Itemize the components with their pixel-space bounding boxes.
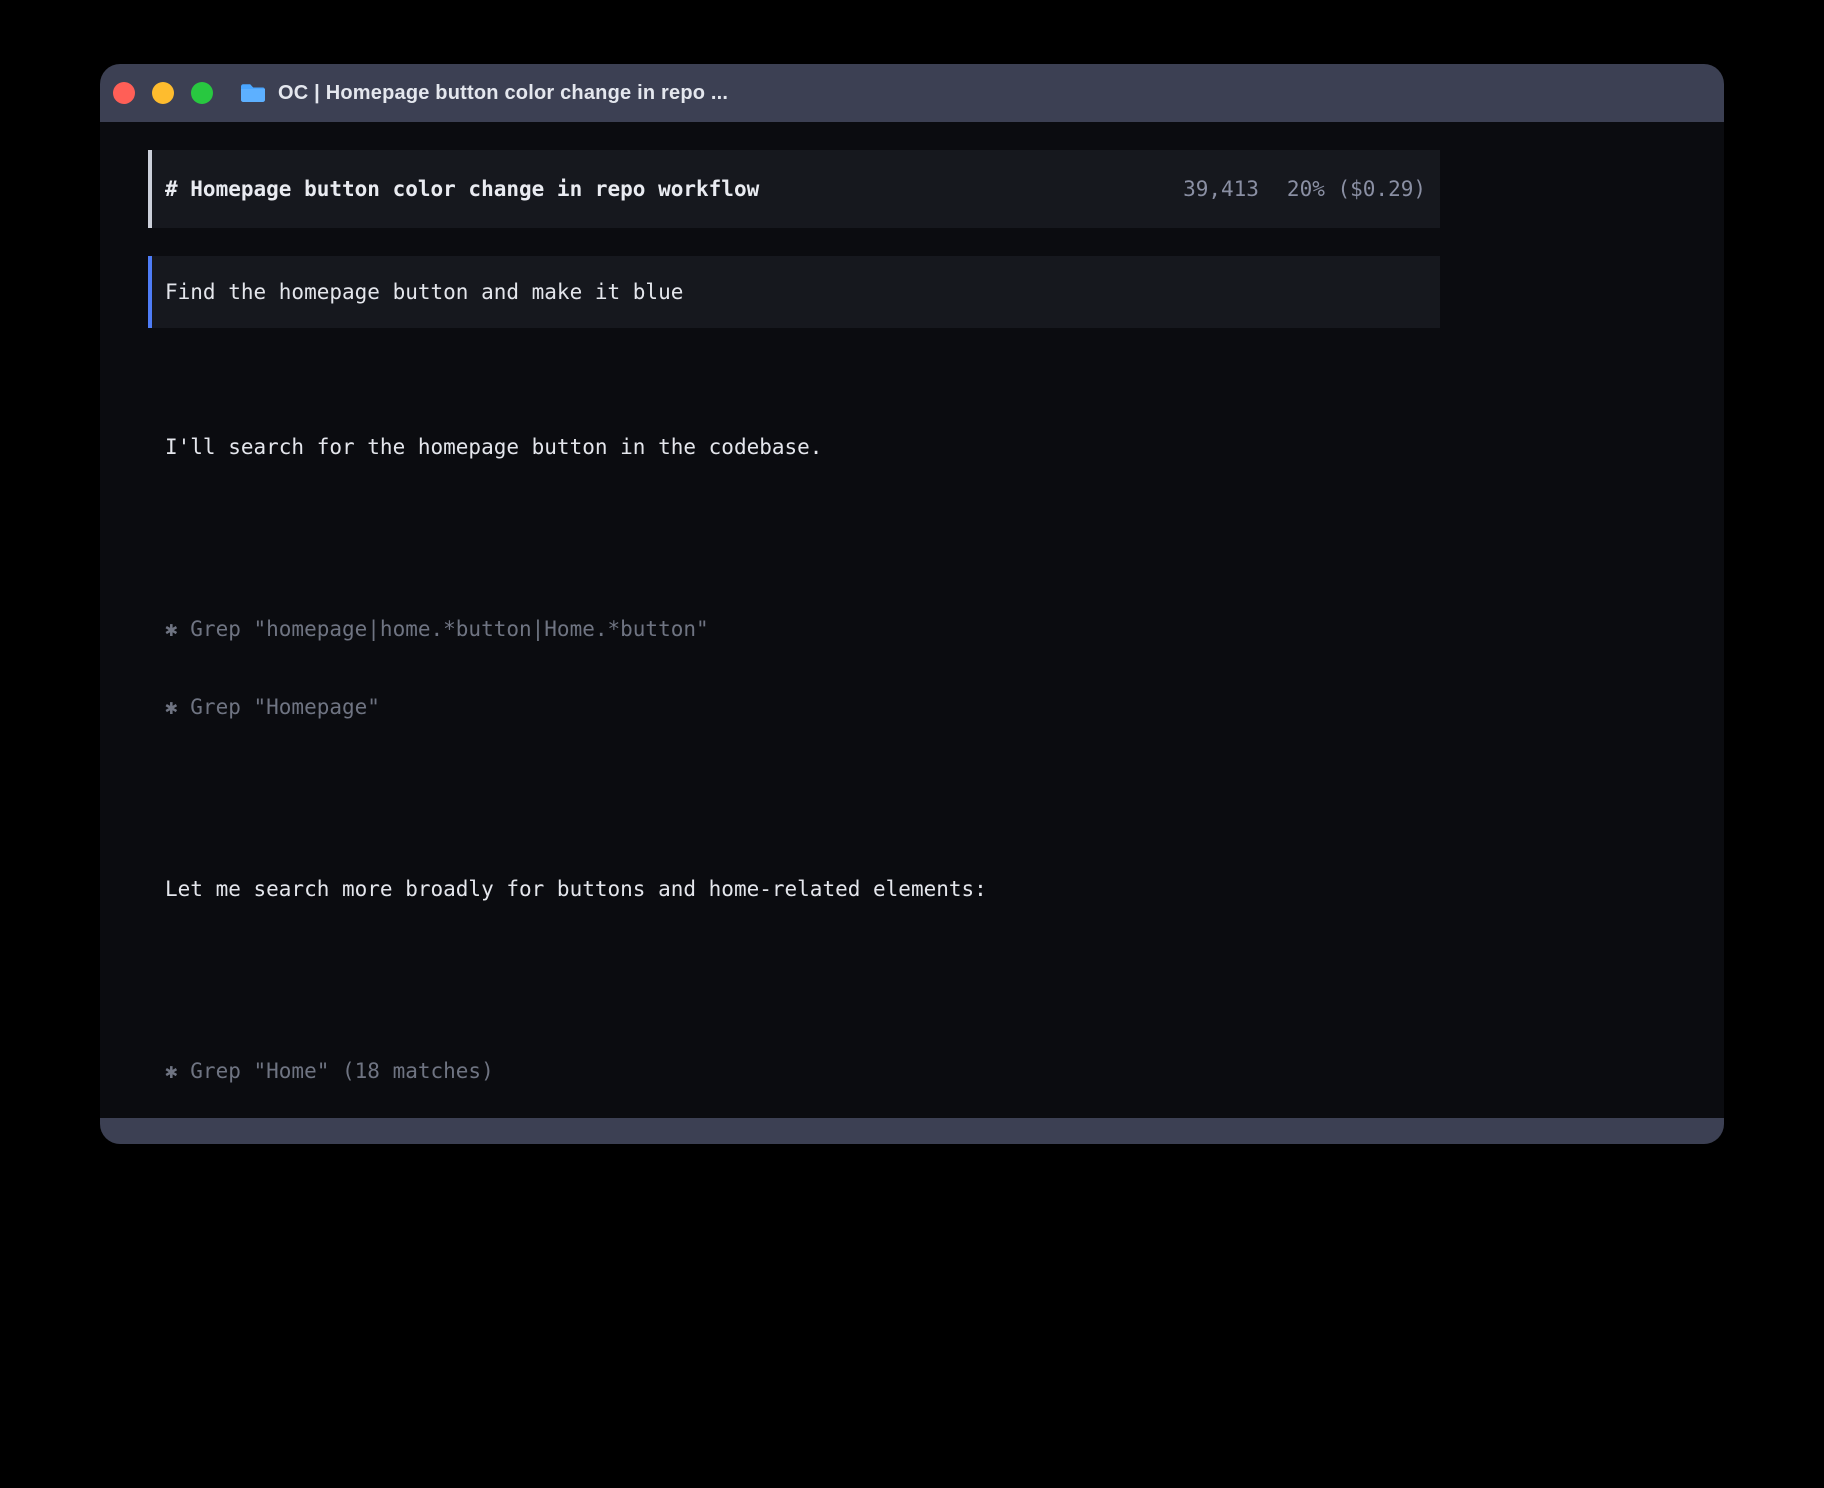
traffic-lights bbox=[113, 82, 213, 104]
window-title: OC | Homepage button color change in rep… bbox=[278, 82, 728, 105]
user-message: Find the homepage button and make it blu… bbox=[148, 256, 1440, 328]
terminal-content: # Homepage button color change in repo w… bbox=[100, 122, 1724, 1118]
tool-call-grep: ✱ Grep "Home" (18 matches) bbox=[165, 1058, 1440, 1084]
session-stats: 39,413 20% ($0.29) bbox=[1183, 176, 1426, 202]
user-message-text: Find the homepage button and make it blu… bbox=[165, 279, 683, 305]
terminal-window: OC | Homepage button color change in rep… bbox=[100, 64, 1724, 1144]
title-bar: OC | Homepage button color change in rep… bbox=[100, 64, 1724, 122]
minimize-button[interactable] bbox=[152, 82, 174, 104]
close-button[interactable] bbox=[113, 82, 135, 104]
context-usage: 20% ($0.29) bbox=[1287, 176, 1426, 202]
tool-call-group: ✱ Grep "homepage|home.*button|Home.*butt… bbox=[165, 564, 1440, 772]
session-title: # Homepage button color change in repo w… bbox=[165, 176, 759, 202]
token-count: 39,413 bbox=[1183, 176, 1259, 202]
tool-call-grep: ✱ Grep "Homepage" bbox=[165, 694, 1440, 720]
tool-call-grep: ✱ Grep "homepage|home.*button|Home.*butt… bbox=[165, 616, 1440, 642]
assistant-text: I'll search for the homepage button in t… bbox=[165, 434, 1440, 460]
conversation: I'll search for the homepage button in t… bbox=[165, 356, 1440, 1118]
assistant-text: Let me search more broadly for buttons a… bbox=[165, 876, 1440, 902]
tool-call-group: ✱ Grep "Home" (18 matches) ✱ Glob "**/*.… bbox=[165, 1006, 1440, 1118]
folder-icon bbox=[239, 82, 267, 104]
zoom-button[interactable] bbox=[191, 82, 213, 104]
session-header: # Homepage button color change in repo w… bbox=[148, 150, 1440, 228]
